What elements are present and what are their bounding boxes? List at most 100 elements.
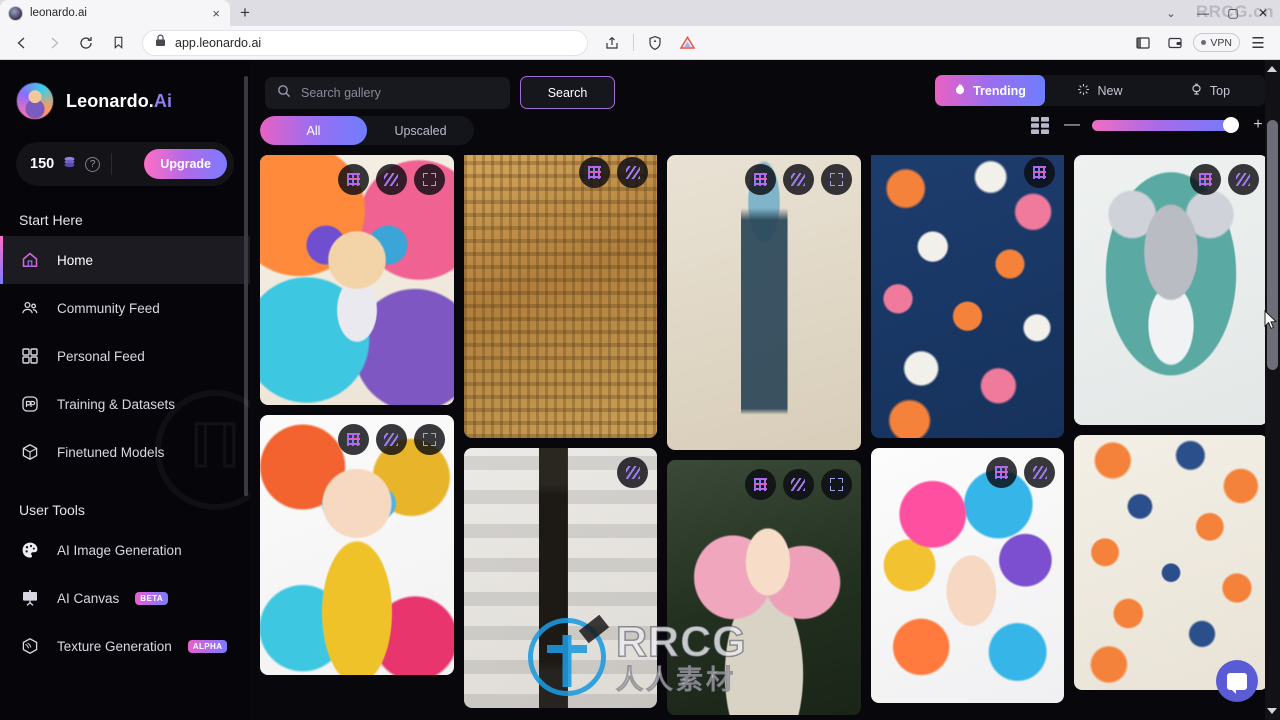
card-actions bbox=[1189, 164, 1259, 195]
browser-tab[interactable]: leonardo.ai × bbox=[0, 0, 230, 26]
diagonal-lines-icon[interactable] bbox=[617, 157, 649, 188]
artwork-image bbox=[463, 155, 658, 438]
image-variation-icon[interactable] bbox=[337, 164, 369, 195]
reload-icon[interactable] bbox=[72, 30, 100, 56]
trophy-icon bbox=[1190, 82, 1203, 99]
minimize-button[interactable]: — bbox=[1188, 0, 1218, 26]
scroll-down-arrow-icon[interactable] bbox=[1267, 708, 1277, 714]
close-button[interactable]: ✕ bbox=[1248, 0, 1278, 26]
tab-new[interactable]: New bbox=[1045, 75, 1155, 106]
vpn-status-dot bbox=[1201, 40, 1207, 45]
tab-upscaled[interactable]: Upscaled bbox=[367, 116, 474, 145]
chevron-down-icon[interactable]: ⌄ bbox=[1154, 0, 1188, 26]
gallery-card-pink-haired-woman-forest[interactable] bbox=[667, 460, 861, 715]
sidebar-scrollbar[interactable] bbox=[244, 76, 248, 496]
expand-fullscreen-icon[interactable] bbox=[820, 469, 852, 500]
diagonal-lines-icon[interactable] bbox=[782, 164, 814, 195]
sidebar-item-ai-image-generation[interactable]: AI Image Generation bbox=[0, 526, 250, 574]
tokens-icon bbox=[62, 156, 77, 172]
diagonal-lines-icon[interactable] bbox=[1024, 457, 1056, 488]
zoom-in-button[interactable]: + bbox=[1251, 116, 1265, 134]
brave-shields-icon[interactable] bbox=[641, 30, 669, 56]
sidebar-item-home[interactable]: Home bbox=[0, 236, 250, 284]
back-icon[interactable] bbox=[8, 30, 36, 56]
diagonal-lines-icon[interactable] bbox=[1227, 164, 1259, 195]
sidebar-item-ai-canvas[interactable]: AI Canvas BETA bbox=[0, 574, 250, 622]
diagonal-lines-icon[interactable] bbox=[375, 164, 407, 195]
sidebar-section-user-tools: User Tools bbox=[19, 502, 85, 518]
help-icon[interactable]: ? bbox=[85, 156, 101, 172]
tab-trending[interactable]: Trending bbox=[935, 75, 1045, 106]
tab-top[interactable]: Top bbox=[1155, 75, 1265, 106]
sidebar-item-texture-generation[interactable]: Texture Generation ALPHA bbox=[0, 622, 250, 670]
scroll-up-arrow-icon[interactable] bbox=[1267, 66, 1277, 72]
intercom-chat-button[interactable] bbox=[1216, 660, 1258, 702]
zoom-slider[interactable] bbox=[1092, 117, 1239, 133]
tab-title: leonardo.ai bbox=[30, 7, 87, 19]
sidebar-item-finetuned-models[interactable]: Finetuned Models bbox=[0, 428, 250, 476]
expand-fullscreen-icon[interactable] bbox=[413, 424, 445, 455]
forward-icon[interactable] bbox=[40, 30, 68, 56]
image-variation-icon[interactable] bbox=[744, 469, 776, 500]
brave-leo-icon[interactable] bbox=[673, 30, 701, 56]
diagonal-lines-icon[interactable] bbox=[782, 469, 814, 500]
diagonal-lines-icon[interactable] bbox=[375, 424, 407, 455]
gallery-card-blue-haired-warrior[interactable] bbox=[667, 155, 861, 450]
browser-menu-icon[interactable]: ☰ bbox=[1244, 30, 1272, 56]
sidebar-item-training-datasets[interactable]: Training & Datasets bbox=[0, 380, 250, 428]
gallery-card-colorful-lion-sunglasses[interactable] bbox=[260, 155, 454, 405]
gallery-card-rainbow-hair-portrait[interactable] bbox=[870, 448, 1065, 703]
brand-name: Leonardo.Ai bbox=[66, 91, 172, 112]
expand-fullscreen-icon[interactable] bbox=[820, 164, 852, 195]
gallery-card-egyptian-hieroglyphs[interactable] bbox=[463, 155, 658, 438]
sidebar-panel-icon[interactable] bbox=[1129, 30, 1157, 56]
diagonal-lines-icon[interactable] bbox=[617, 457, 649, 488]
address-bar[interactable]: app.leonardo.ai bbox=[142, 29, 589, 56]
search-input[interactable] bbox=[301, 86, 498, 100]
gallery-card-blue-floral-pattern[interactable] bbox=[870, 155, 1065, 438]
toolbar-divider bbox=[633, 34, 635, 51]
browser-tabstrip: leonardo.ai × + ⌄ — ▢ ✕ bbox=[0, 0, 1280, 26]
app-body: Leonardo.Ai 150 ? Upgrade Start Here Hom… bbox=[0, 60, 1280, 720]
image-variation-icon[interactable] bbox=[1189, 164, 1221, 195]
search-box[interactable] bbox=[265, 77, 510, 109]
image-variation-icon[interactable] bbox=[986, 457, 1018, 488]
gallery-card-koala-riding-bicycle[interactable] bbox=[1074, 155, 1268, 425]
gallery-card-girl-blue-glasses-rainbow[interactable] bbox=[260, 415, 454, 675]
share-icon[interactable] bbox=[598, 30, 626, 56]
training-datasets-icon bbox=[19, 393, 41, 415]
tab-all[interactable]: All bbox=[260, 116, 367, 145]
vpn-toggle[interactable]: VPN bbox=[1193, 33, 1240, 52]
gallery-card-dark-haired-character-sheet[interactable] bbox=[463, 448, 658, 708]
image-variation-icon[interactable] bbox=[579, 157, 611, 188]
maximize-button[interactable]: ▢ bbox=[1218, 0, 1248, 26]
sparkle-icon bbox=[1077, 83, 1090, 99]
image-variation-icon[interactable] bbox=[1024, 157, 1056, 188]
search-button[interactable]: Search bbox=[520, 76, 615, 109]
browser-window: leonardo.ai × + ⌄ — ▢ ✕ app.leonardo.ai … bbox=[0, 0, 1280, 720]
image-variation-icon[interactable] bbox=[744, 164, 776, 195]
sidebar-item-badge: ALPHA bbox=[187, 639, 228, 653]
upgrade-button[interactable]: Upgrade bbox=[144, 149, 227, 179]
new-tab-button[interactable]: + bbox=[230, 0, 260, 26]
expand-fullscreen-icon[interactable] bbox=[413, 164, 445, 195]
zoom-slider-knob[interactable] bbox=[1223, 117, 1239, 133]
sidebar-item-personal-feed[interactable]: Personal Feed bbox=[0, 332, 250, 380]
zoom-out-button[interactable]: — bbox=[1064, 116, 1080, 134]
community-icon bbox=[19, 297, 41, 319]
filter-tabs: All Upscaled bbox=[260, 116, 474, 145]
brand[interactable]: Leonardo.Ai bbox=[0, 60, 250, 120]
artwork-image bbox=[1074, 155, 1268, 425]
sidebar-item-community-feed[interactable]: Community Feed bbox=[0, 284, 250, 332]
image-variation-icon[interactable] bbox=[337, 424, 369, 455]
gallery-column bbox=[667, 155, 861, 720]
page-scrollbar-thumb[interactable] bbox=[1267, 120, 1278, 370]
gallery-card-cream-floral-pattern[interactable] bbox=[1074, 435, 1268, 690]
page-scrollbar-track[interactable] bbox=[1265, 60, 1280, 720]
bookmark-icon[interactable] bbox=[104, 30, 132, 56]
browser-toolbar: app.leonardo.ai VPN ☰ bbox=[0, 26, 1280, 60]
grid-layout-icon[interactable] bbox=[1031, 116, 1050, 134]
brave-wallet-icon[interactable] bbox=[1161, 30, 1189, 56]
tab-close-icon[interactable]: × bbox=[210, 7, 222, 20]
gallery-column bbox=[1074, 155, 1268, 720]
